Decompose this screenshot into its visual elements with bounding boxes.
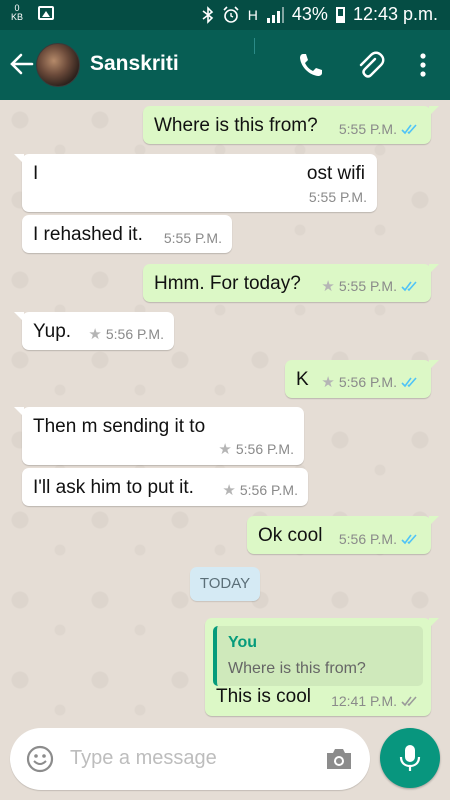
- alarm-icon: [223, 5, 239, 23]
- camera-icon[interactable]: [324, 746, 354, 772]
- message-incoming[interactable]: Then m sending it to ★ 5:56 P.M.: [14, 407, 304, 465]
- message-time: 5:55 P.M.: [163, 230, 222, 246]
- message-time: 5:55 P.M.: [338, 121, 397, 137]
- data-usage-indicator: 0 KB: [10, 3, 23, 22]
- message-incoming[interactable]: I'll ask him to put it. ★ 5:56 P.M.: [22, 468, 308, 506]
- message-outgoing[interactable]: Ok cool 5:56 P.M.: [247, 516, 439, 554]
- message-incoming[interactable]: I rehashed it. 5:55 P.M.: [22, 215, 232, 253]
- message-time: 5:56 P.M.: [338, 531, 397, 547]
- message-incoming[interactable]: I ost wifi 5:55 P.M.: [14, 154, 377, 212]
- attach-paperclip-icon[interactable]: [355, 50, 385, 80]
- quoted-sender: You: [228, 634, 258, 651]
- compose-bar: Type a message: [0, 720, 450, 800]
- emoji-icon[interactable]: [26, 745, 54, 773]
- signal-strength-icon: [266, 6, 284, 23]
- message-incoming[interactable]: Yup. ★ 5:56 P.M.: [14, 312, 174, 350]
- quoted-message[interactable]: You Where is this from?: [213, 626, 423, 686]
- starred-icon: ★: [88, 326, 102, 343]
- message-time: 5:55 P.M.: [338, 278, 397, 294]
- message-time: 5:56 P.M.: [338, 374, 397, 390]
- starred-icon: ★: [218, 441, 232, 458]
- chat-header: Sanskriti: [0, 30, 450, 100]
- starred-icon: ★: [321, 374, 335, 391]
- battery-icon: [335, 6, 345, 23]
- more-options-icon[interactable]: [408, 50, 438, 80]
- message-outgoing[interactable]: Where is this from? 5:55 P.M.: [143, 106, 439, 144]
- back-arrow-icon[interactable]: [8, 50, 36, 78]
- contact-name[interactable]: Sanskriti: [90, 52, 179, 76]
- contact-avatar[interactable]: [36, 43, 80, 87]
- read-ticks-icon: [401, 281, 417, 292]
- conversation-area[interactable]: Where is this from? 5:55 P.M. I ost wifi…: [0, 100, 450, 720]
- delivered-ticks-icon: [401, 696, 417, 707]
- status-bar: 0 KB H 43% 12:43 p.m.: [0, 0, 450, 30]
- bluetooth-icon: [202, 5, 213, 24]
- network-type-label: H: [247, 6, 258, 23]
- image-notification-icon: [38, 6, 54, 20]
- battery-percent: 43%: [291, 4, 328, 24]
- message-input[interactable]: Type a message: [70, 747, 217, 770]
- message-outgoing[interactable]: Hmm. For today? ★ 5:55 P.M.: [143, 264, 439, 302]
- message-input-container[interactable]: Type a message: [10, 728, 370, 790]
- message-outgoing[interactable]: K ★ 5:56 P.M.: [285, 360, 439, 398]
- message-time: 5:56 P.M.: [105, 326, 164, 342]
- microphone-icon: [399, 745, 421, 771]
- voice-call-icon[interactable]: [296, 50, 326, 80]
- starred-icon: ★: [321, 278, 335, 295]
- message-time: 5:56 P.M.: [235, 441, 294, 457]
- voice-record-button[interactable]: [380, 728, 440, 788]
- read-ticks-icon: [401, 124, 417, 135]
- message-outgoing-reply[interactable]: You Where is this from? This is cool 12:…: [205, 618, 439, 716]
- read-ticks-icon: [401, 534, 417, 545]
- starred-icon: ★: [222, 482, 236, 499]
- message-time: 5:55 P.M.: [308, 189, 367, 205]
- date-divider: TODAY: [190, 567, 260, 601]
- clock: 12:43 p.m.: [352, 4, 438, 24]
- read-ticks-icon: [401, 377, 417, 388]
- header-divider: [254, 38, 255, 54]
- message-time: 5:56 P.M.: [239, 482, 298, 498]
- quoted-text: Where is this from?: [228, 660, 366, 677]
- message-time: 12:41 P.M.: [331, 693, 397, 709]
